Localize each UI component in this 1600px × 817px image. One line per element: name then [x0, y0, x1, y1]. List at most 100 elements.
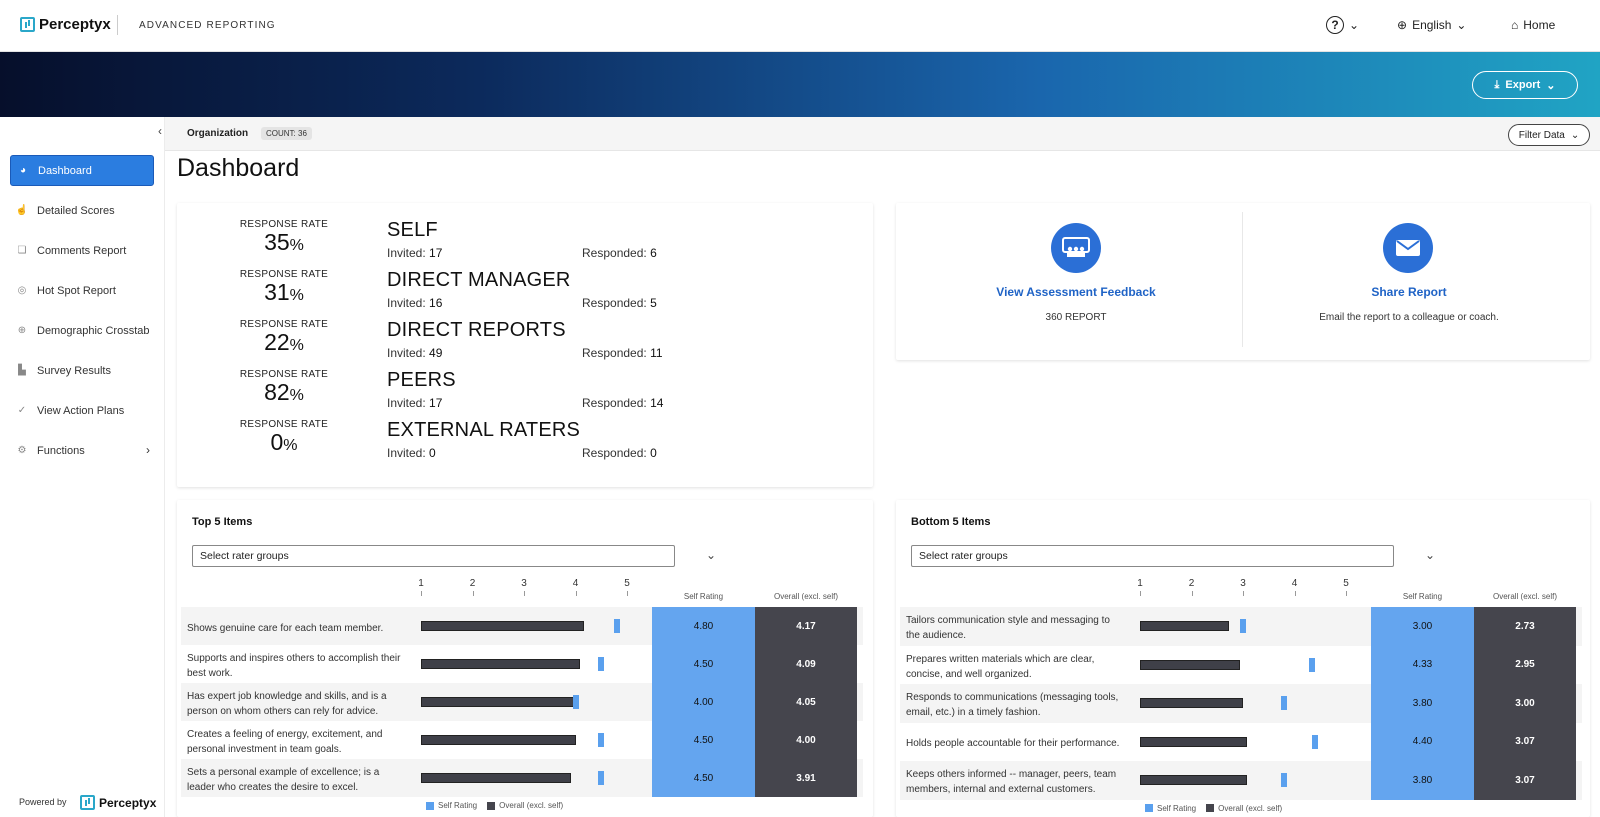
- home-label: Home: [1523, 18, 1556, 32]
- response-rate: RESPONSE RATE 35%: [224, 219, 344, 255]
- filter-data-button[interactable]: Filter Data ⌄: [1508, 124, 1590, 146]
- sidebar-item-demographic-crosstab[interactable]: ⊕ Demographic Crosstab: [10, 315, 154, 346]
- invited-count: Invited: 17: [387, 396, 442, 410]
- self-rating-cell: 3.80: [1371, 684, 1474, 723]
- brand-logo[interactable]: Perceptyx: [20, 16, 111, 33]
- rater-group-name: DIRECT MANAGER: [387, 269, 571, 291]
- responded-label: Responded:: [582, 296, 647, 310]
- self-rating-marker: [1308, 657, 1315, 672]
- sidebar-item-functions[interactable]: ⚙ Functions ›: [10, 435, 154, 466]
- top-bar: Perceptyx ADVANCED REPORTING ? ⌄ ⊕ Engli…: [0, 0, 1600, 52]
- sidebar-item-hot-spot-report[interactable]: ◎ Hot Spot Report: [10, 275, 154, 306]
- rater-group-name: PEERS: [387, 369, 456, 391]
- globe-icon: ⊕: [17, 325, 27, 336]
- overall-cell: 2.95: [1474, 645, 1576, 684]
- invited-value: 0: [429, 446, 436, 460]
- responded-label: Responded:: [582, 396, 647, 410]
- chevron-down-icon: ⌄: [1349, 18, 1360, 32]
- perceptyx-logo-icon: [20, 17, 35, 32]
- responded-count: Responded: 0: [582, 446, 657, 460]
- item-text: Supports and inspires others to accompli…: [187, 653, 401, 679]
- help-menu[interactable]: ? ⌄: [1326, 16, 1359, 34]
- filter-label: Filter Data: [1518, 129, 1565, 141]
- download-icon: ⤓: [1494, 78, 1500, 91]
- legend-overall: Overall (excl. self): [499, 801, 564, 810]
- rater-group: DIRECT MANAGER Invited: 16 Responded: 5: [387, 269, 657, 310]
- axis-tick: [1191, 591, 1193, 596]
- overall-bar: [1140, 659, 1241, 670]
- axis-tick: [421, 591, 422, 596]
- target-icon: ◎: [17, 285, 27, 296]
- sidebar-item-survey-results[interactable]: ▙ Survey Results: [10, 355, 154, 386]
- rater-group: SELF Invited: 17 Responded: 6: [387, 219, 657, 260]
- dashboard-icon: ◕: [19, 165, 27, 176]
- invited-value: 17: [429, 396, 443, 410]
- chevron-down-icon: ⌄: [1546, 79, 1556, 92]
- overall-bar: [421, 773, 571, 783]
- bottom5-title: Bottom 5 Items: [911, 516, 991, 528]
- responded-value: 6: [650, 246, 657, 260]
- collapse-sidebar-icon[interactable]: ‹: [158, 124, 162, 138]
- response-rate: RESPONSE RATE 31%: [224, 269, 344, 305]
- item-text: Tailors communication style and messagin…: [906, 615, 1110, 642]
- actions-card: [896, 203, 1590, 360]
- view-assessment-feedback-link[interactable]: View Assessment Feedback: [965, 285, 1187, 299]
- legend-overall: Overall (excl. self): [1218, 803, 1283, 813]
- self-rating-cell: 4.00: [652, 683, 755, 721]
- rater-group-select[interactable]: Select rater groups: [192, 545, 675, 567]
- axis-tick: [524, 591, 525, 596]
- powered-by-logo: Perceptyx: [80, 795, 156, 810]
- response-rate: RESPONSE RATE 82%: [224, 369, 344, 405]
- responded-value: 14: [650, 396, 664, 410]
- chevron-down-icon[interactable]: ⌄: [1425, 548, 1435, 562]
- language-selector[interactable]: ⊕ English ⌄: [1397, 18, 1466, 32]
- overall-bar: [1140, 621, 1230, 632]
- response-rate-number: 82: [264, 379, 290, 405]
- sidebar-item-label: Detailed Scores: [37, 204, 115, 217]
- responded-count: Responded: 11: [582, 346, 663, 360]
- axis-tick-label: 3: [1240, 578, 1246, 589]
- share-report-icon-button[interactable]: [1383, 223, 1433, 273]
- page-title: Dashboard: [177, 154, 300, 182]
- invited-label: Invited:: [387, 296, 426, 310]
- chevron-down-icon[interactable]: ⌄: [706, 548, 716, 562]
- export-button[interactable]: ⤓ Export ⌄: [1472, 71, 1578, 99]
- axis-tick-label: 5: [624, 578, 630, 589]
- rater-group-select[interactable]: Select rater groups: [911, 545, 1394, 567]
- self-rating-cell: 3.00: [1371, 607, 1474, 646]
- sidebar-item-dashboard[interactable]: ◕ Dashboard: [10, 155, 154, 186]
- top5-title: Top 5 Items: [192, 516, 253, 528]
- chevron-down-icon: ⌄: [1570, 129, 1580, 141]
- sidebar-item-detailed-scores[interactable]: ☝ Detailed Scores: [10, 195, 154, 226]
- axis-tick-label: 2: [1188, 578, 1195, 589]
- bar-chart-icon: ▙: [18, 365, 26, 376]
- response-rate-number: 35: [264, 229, 290, 255]
- responded-count: Responded: 14: [582, 396, 663, 410]
- invited-value: 17: [429, 246, 443, 260]
- share-report-link[interactable]: Share Report: [1280, 285, 1538, 299]
- responded-label: Responded:: [582, 246, 647, 260]
- overall-cell: 3.91: [755, 759, 857, 797]
- self-rating-marker: [1281, 696, 1288, 711]
- export-label: Export: [1505, 79, 1541, 91]
- response-rate-label: RESPONSE RATE: [239, 419, 329, 430]
- invited-value: 16: [429, 296, 443, 310]
- sidebar-item-view-action-plans[interactable]: ✓ View Action Plans: [10, 395, 154, 426]
- gear-icon: ⚙: [17, 445, 27, 456]
- responded-count: Responded: 5: [582, 296, 657, 310]
- perceptyx-logo-icon: [80, 795, 95, 810]
- item-text: Responds to communications (messaging to…: [906, 692, 1119, 719]
- overall-cell: 4.09: [755, 645, 857, 683]
- self-rating-marker: [1240, 619, 1246, 634]
- self-rating-cell: 4.50: [652, 645, 755, 683]
- home-link[interactable]: ⌂ Home: [1511, 18, 1555, 32]
- sidebar-item-comments-report[interactable]: ❏ Comments Report: [10, 235, 154, 266]
- axis-tick: [1294, 591, 1296, 596]
- self-rating-marker: [572, 695, 579, 709]
- view-feedback-icon-button[interactable]: [1051, 223, 1101, 273]
- comments-icon: ❏: [17, 245, 27, 256]
- axis-tick-label: 5: [1343, 578, 1349, 589]
- chart-legend: Self Rating Overall (excl. self): [1145, 804, 1282, 813]
- presentation-icon: [1062, 237, 1090, 257]
- responded-label: Responded:: [582, 346, 647, 360]
